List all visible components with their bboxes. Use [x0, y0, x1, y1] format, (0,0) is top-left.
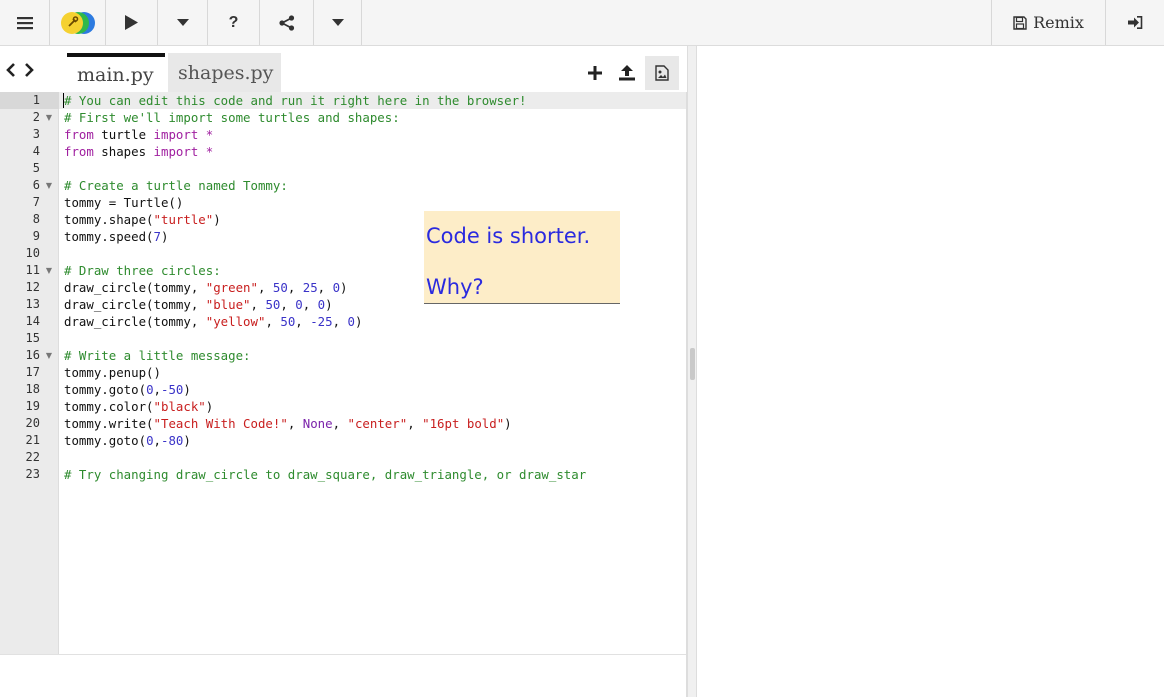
- active-line-gutter-highlight: [0, 92, 59, 109]
- chevron-left-icon[interactable]: [6, 63, 16, 77]
- code-line: tommy = Turtle(): [64, 195, 184, 210]
- line-number: 1: [32, 93, 40, 107]
- code-line: draw_circle(tommy, "green", 50, 25, 0): [64, 280, 348, 295]
- editor-footer: [0, 654, 686, 697]
- line-number: 7: [32, 195, 40, 209]
- line-number: 8: [32, 212, 40, 226]
- line-number: 13: [25, 297, 40, 311]
- tab-shapes-py[interactable]: shapes.py: [168, 53, 281, 92]
- code-line: tommy.goto(0,-80): [64, 433, 191, 448]
- line-number: 19: [25, 399, 40, 413]
- caret-down-icon: [331, 19, 344, 26]
- line-number: 12: [25, 280, 40, 294]
- caret-down-icon: [176, 19, 189, 26]
- code-line: tommy.penup(): [64, 365, 161, 380]
- hamburger-menu-icon: [16, 16, 33, 29]
- image-icon: [655, 65, 669, 81]
- code-line: # Write a little message:: [64, 348, 251, 363]
- share-icon: [278, 14, 294, 31]
- add-file-button[interactable]: [581, 56, 609, 90]
- play-icon: [125, 15, 138, 30]
- file-tab-bar: main.py shapes.py: [0, 46, 687, 92]
- code-line: tommy.write("Teach With Code!", None, "c…: [64, 416, 512, 431]
- line-number-gutter: 1 2 ▼ 3 4 5 6 ▼ 7 8 9 10 11 ▼ 12 13 14 1…: [0, 92, 59, 654]
- code-line: from turtle import *: [64, 127, 214, 142]
- code-line: tommy.color("black"): [64, 399, 214, 414]
- code-line: draw_circle(tommy, "blue", 50, 0, 0): [64, 297, 333, 312]
- line-number: 2: [32, 110, 40, 124]
- code-line: tommy.shape("turtle"): [64, 212, 221, 227]
- file-tools: [581, 54, 679, 92]
- code-line: from shapes import *: [64, 144, 214, 159]
- line-number: 6: [32, 178, 40, 192]
- code-line: # Draw three circles:: [64, 263, 221, 278]
- trinket-logo-icon: [60, 11, 95, 34]
- output-panel: [697, 46, 1164, 697]
- line-number: 4: [32, 144, 40, 158]
- fold-arrow-icon[interactable]: ▼: [46, 109, 52, 126]
- line-number: 18: [25, 382, 40, 396]
- code-line: # Try changing draw_circle to draw_squar…: [64, 467, 587, 482]
- add-file-icon: [588, 66, 602, 80]
- code-line: draw_circle(tommy, "yellow", 50, -25, 0): [64, 314, 363, 329]
- remix-label: Remix: [1033, 13, 1084, 32]
- line-number: 22: [25, 450, 40, 464]
- tab-scroll-arrows: [6, 60, 46, 80]
- code-line: # Create a turtle named Tommy:: [64, 178, 288, 193]
- line-number: 11: [25, 263, 40, 277]
- fold-arrow-icon[interactable]: ▼: [46, 347, 52, 364]
- line-number: 15: [25, 331, 40, 345]
- editor-panel: main.py shapes.py 1 2 ▼ 3 4 5 6 ▼ 7 8 9 …: [0, 46, 687, 697]
- panel-splitter[interactable]: [687, 46, 697, 697]
- line-number: 5: [32, 161, 40, 175]
- share-button[interactable]: [260, 0, 314, 45]
- save-icon: [1013, 15, 1027, 30]
- code-line: tommy.speed(7): [64, 229, 169, 244]
- line-number: 3: [32, 127, 40, 141]
- code-editor[interactable]: # You can edit this code and run it righ…: [59, 92, 686, 654]
- fold-arrow-icon[interactable]: ▼: [46, 177, 52, 194]
- fold-arrow-icon[interactable]: ▼: [46, 262, 52, 279]
- tab-main-py[interactable]: main.py: [67, 53, 165, 92]
- note-line-2: Why?: [426, 275, 484, 299]
- question-mark-icon: ?: [228, 13, 239, 31]
- upload-button[interactable]: [613, 56, 641, 90]
- chevron-right-icon[interactable]: [24, 63, 34, 77]
- top-toolbar: ? Remix: [0, 0, 1164, 46]
- menu-button[interactable]: [0, 0, 50, 45]
- line-number: 16: [25, 348, 40, 362]
- run-options-dropdown[interactable]: [158, 0, 208, 45]
- image-library-button[interactable]: [645, 56, 679, 90]
- sign-in-button[interactable]: [1106, 0, 1164, 45]
- line-number: 9: [32, 229, 40, 243]
- code-line: tommy.goto(0,-50): [64, 382, 191, 397]
- line-number: 20: [25, 416, 40, 430]
- annotation-note: Code is shorter. Why?: [424, 211, 620, 304]
- line-number: 17: [25, 365, 40, 379]
- upload-icon: [619, 65, 635, 81]
- line-number: 21: [25, 433, 40, 447]
- code-line: # First we'll import some turtles and sh…: [64, 110, 400, 125]
- splitter-handle[interactable]: [690, 348, 695, 380]
- note-line-1: Code is shorter.: [426, 224, 591, 248]
- help-button[interactable]: ?: [208, 0, 260, 45]
- code-line: # You can edit this code and run it righ…: [64, 93, 527, 108]
- sign-in-icon: [1127, 16, 1142, 29]
- run-button[interactable]: [106, 0, 158, 45]
- share-options-dropdown[interactable]: [314, 0, 362, 45]
- line-number: 14: [25, 314, 40, 328]
- trinket-logo-button[interactable]: [50, 0, 106, 45]
- line-number: 23: [25, 467, 40, 481]
- line-number: 10: [25, 246, 40, 260]
- remix-button[interactable]: Remix: [991, 0, 1106, 45]
